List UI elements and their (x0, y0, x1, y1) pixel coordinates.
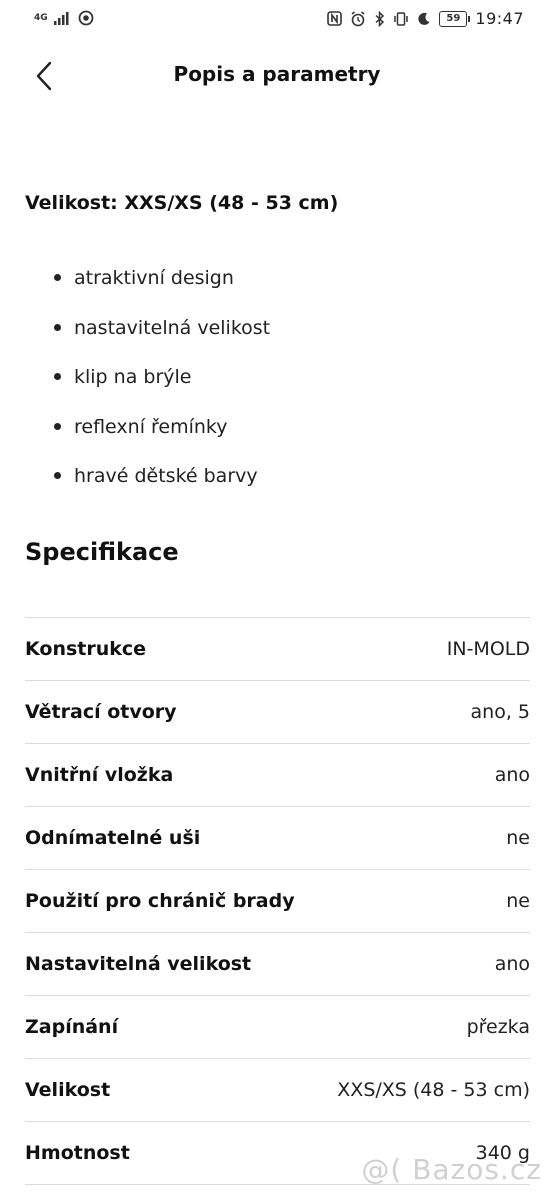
spec-value: ano (494, 764, 530, 786)
bullet-icon (54, 472, 61, 479)
list-item: atraktivní design (25, 258, 270, 308)
spec-label: Použití pro chránič brady (25, 890, 295, 912)
page-title: Popis a parametry (173, 62, 381, 86)
spec-label: Větrací otvory (25, 701, 177, 723)
feature-text: nastavitelná velikost (74, 316, 271, 339)
signal-icon (53, 12, 69, 25)
spec-section-title: Specifikace (25, 538, 179, 566)
clock: 19:47 (475, 9, 524, 28)
table-row: Větrací otvory ano, 5 (25, 681, 530, 744)
battery-indicator: 59 (439, 10, 471, 27)
table-row: Vnitřní vložka ano (25, 744, 530, 807)
spec-value: ano, 5 (470, 701, 530, 723)
nfc-icon (327, 11, 343, 26)
spec-label: Vnitřní vložka (25, 764, 174, 786)
table-row: Hmotnost 340 g (25, 1122, 530, 1185)
table-row: Zapínání přezka (25, 996, 530, 1059)
bullet-icon (54, 274, 61, 281)
spec-value: ano (494, 953, 530, 975)
alarm-icon (351, 10, 365, 26)
spec-value: ne (506, 890, 530, 912)
spec-table: Konstrukce IN-MOLD Větrací otvory ano, 5… (25, 617, 530, 1185)
spec-value: přezka (466, 1016, 530, 1038)
app-header: Popis a parametry (0, 50, 554, 102)
feature-text: atraktivní design (74, 267, 234, 289)
list-item: hravé dětské barvy (25, 456, 270, 506)
vibrate-icon (394, 11, 409, 26)
status-bar: 4G 59 19:47 (0, 0, 554, 38)
feature-text: klip na brýle (74, 366, 192, 388)
spec-label: Velikost (25, 1079, 111, 1101)
list-item: klip na brýle (25, 357, 270, 407)
moon-icon (418, 12, 430, 25)
spec-value: 340 g (475, 1142, 530, 1164)
spec-value: XXS/XS (48 - 53 cm) (337, 1079, 530, 1101)
list-item: nastavitelná velikost (25, 308, 270, 358)
spec-label: Konstrukce (25, 638, 147, 660)
table-row: Velikost XXS/XS (48 - 53 cm) (25, 1059, 530, 1122)
spec-value: ne (506, 827, 530, 849)
camera-dot-icon (78, 10, 94, 26)
bluetooth-icon (375, 10, 385, 27)
status-right: 59 19:47 (327, 9, 524, 28)
feature-text: hravé dětské barvy (74, 465, 258, 487)
table-row: Odnímatelné uši ne (25, 807, 530, 870)
table-row: Použití pro chránič brady ne (25, 870, 530, 933)
spec-label: Zapínání (25, 1016, 119, 1038)
bullet-icon (54, 323, 61, 331)
bullet-icon (54, 373, 61, 380)
spec-value: IN-MOLD (446, 638, 530, 660)
feature-list: atraktivní design nastavitelná velikost … (25, 258, 270, 506)
list-item: reflexní řemínky (25, 407, 270, 457)
status-left: 4G (34, 10, 94, 26)
table-row: Nastavitelná velikost ano (25, 933, 530, 996)
spec-label: Nastavitelná velikost (25, 953, 252, 975)
spec-label: Odnímatelné uši (25, 827, 201, 849)
table-row: Konstrukce IN-MOLD (25, 618, 530, 681)
feature-text: reflexní řemínky (74, 415, 228, 438)
network-label: 4G (34, 13, 48, 23)
spec-label: Hmotnost (25, 1142, 130, 1164)
bullet-icon (54, 422, 61, 430)
size-heading: Velikost: XXS/XS (48 - 53 cm) (25, 192, 339, 214)
